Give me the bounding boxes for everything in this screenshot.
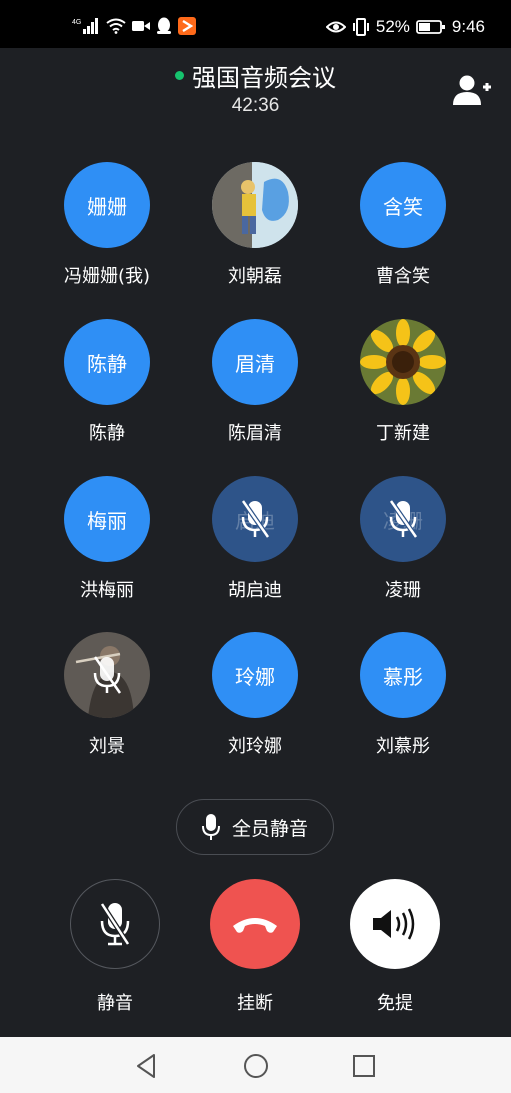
- add-user-icon[interactable]: [452, 74, 492, 108]
- avatar-initials: 含笑: [383, 194, 423, 219]
- online-status-dot: [175, 71, 184, 80]
- member-name: 陈静: [89, 423, 125, 444]
- avatar: 梅丽: [64, 476, 150, 562]
- avatar: 眉清: [212, 319, 298, 405]
- avatar-initials: 姗姗: [87, 194, 127, 219]
- svg-text:4G: 4G: [72, 19, 81, 26]
- member-name: 刘玲娜: [228, 736, 282, 757]
- member-name: 胡启迪: [228, 580, 282, 601]
- signal-icon: 4G: [72, 18, 98, 34]
- avatar-initials: 陈静: [87, 351, 127, 376]
- meeting-title: 强国音频会议: [192, 64, 336, 92]
- hangup-label: 挂断: [237, 993, 273, 1014]
- member-name: 凌珊: [385, 580, 421, 601]
- avatar: 陈静: [64, 319, 150, 405]
- avatar: 启迪: [212, 476, 298, 562]
- muted-mic-icon: [99, 902, 131, 946]
- mute-label: 静音: [97, 993, 133, 1014]
- vibrate-icon: [352, 18, 369, 36]
- mute-button[interactable]: [70, 879, 160, 969]
- mute-all-button[interactable]: 全员静音: [176, 799, 334, 855]
- avatar: 慕彤: [360, 632, 446, 718]
- video-icon: [132, 21, 150, 31]
- wifi-icon: [106, 18, 126, 34]
- speaker-icon: [373, 908, 415, 940]
- member-name: 冯姗姗(我): [63, 266, 151, 287]
- sunflower-photo-icon: [360, 319, 446, 405]
- member-tile[interactable]: 眉清 陈眉清: [180, 319, 330, 445]
- member-tile[interactable]: 丁新建: [328, 319, 478, 445]
- avatar-initials: 梅丽: [87, 508, 127, 533]
- member-name: 陈眉清: [228, 423, 282, 444]
- member-name: 曹含笑: [376, 266, 430, 287]
- member-tile[interactable]: 凌珊 凌珊: [328, 476, 478, 602]
- boy-photo-icon: [212, 162, 298, 248]
- system-nav-bar: [0, 1037, 511, 1093]
- recents-icon[interactable]: [349, 1051, 379, 1081]
- title-row: 强国音频会议: [0, 58, 511, 93]
- battery-percent: 52%: [375, 17, 410, 36]
- mute-control[interactable]: 静音: [45, 879, 185, 1015]
- avatar-initials: 玲娜: [235, 664, 275, 689]
- qq-icon: [157, 17, 171, 34]
- status-bar: 4G 52% 9:46: [0, 0, 511, 48]
- member-tile[interactable]: 姗姗 冯姗姗(我): [32, 162, 182, 288]
- avatar-photo: [64, 632, 150, 718]
- hangup-phone-icon: [233, 918, 277, 933]
- status-left: 4G: [72, 17, 196, 35]
- battery-icon: [416, 20, 445, 34]
- member-name: 刘景: [89, 736, 125, 757]
- avatar-photo: [360, 319, 446, 405]
- avatar: 含笑: [360, 162, 446, 248]
- muted-mic-icon: [360, 476, 446, 562]
- call-duration: 42:36: [231, 95, 280, 116]
- member-tile[interactable]: 刘朝磊: [180, 162, 330, 288]
- member-name: 刘朝磊: [228, 266, 282, 287]
- avatar-photo: [212, 162, 298, 248]
- member-tile[interactable]: 含笑 曹含笑: [328, 162, 478, 288]
- speaker-button[interactable]: [350, 879, 440, 969]
- avatar-initials: 眉清: [235, 351, 275, 376]
- member-tile[interactable]: 刘景: [32, 632, 182, 758]
- back-icon[interactable]: [132, 1051, 162, 1081]
- speaker-control[interactable]: 免提: [325, 879, 465, 1015]
- home-icon[interactable]: [241, 1051, 271, 1081]
- call-header: 强国音频会议 42:36: [0, 58, 511, 117]
- hangup-control[interactable]: 挂断: [185, 879, 325, 1015]
- microphone-icon: [201, 814, 220, 840]
- member-tile[interactable]: 慕彤 刘慕彤: [328, 632, 478, 758]
- status-right: 52% 9:46: [325, 17, 485, 37]
- speaker-label: 免提: [377, 993, 413, 1014]
- member-tile[interactable]: 玲娜 刘玲娜: [180, 632, 330, 758]
- avatar: 玲娜: [212, 632, 298, 718]
- member-name: 洪梅丽: [80, 580, 134, 601]
- clock: 9:46: [451, 17, 485, 36]
- member-name: 丁新建: [376, 423, 430, 444]
- avatar: 凌珊: [360, 476, 446, 562]
- avatar: 姗姗: [64, 162, 150, 248]
- mute-all-label: 全员静音: [231, 817, 308, 840]
- member-name: 刘慕彤: [376, 736, 430, 757]
- app-icon: [178, 17, 196, 35]
- avatar-initials: 慕彤: [383, 664, 423, 689]
- muted-mic-icon: [212, 476, 298, 562]
- eye-icon: [325, 21, 346, 33]
- member-tile[interactable]: 梅丽 洪梅丽: [32, 476, 182, 602]
- hangup-button[interactable]: [210, 879, 300, 969]
- member-tile[interactable]: 陈静 陈静: [32, 319, 182, 445]
- muted-mic-icon: [64, 632, 150, 718]
- member-tile[interactable]: 启迪 胡启迪: [180, 476, 330, 602]
